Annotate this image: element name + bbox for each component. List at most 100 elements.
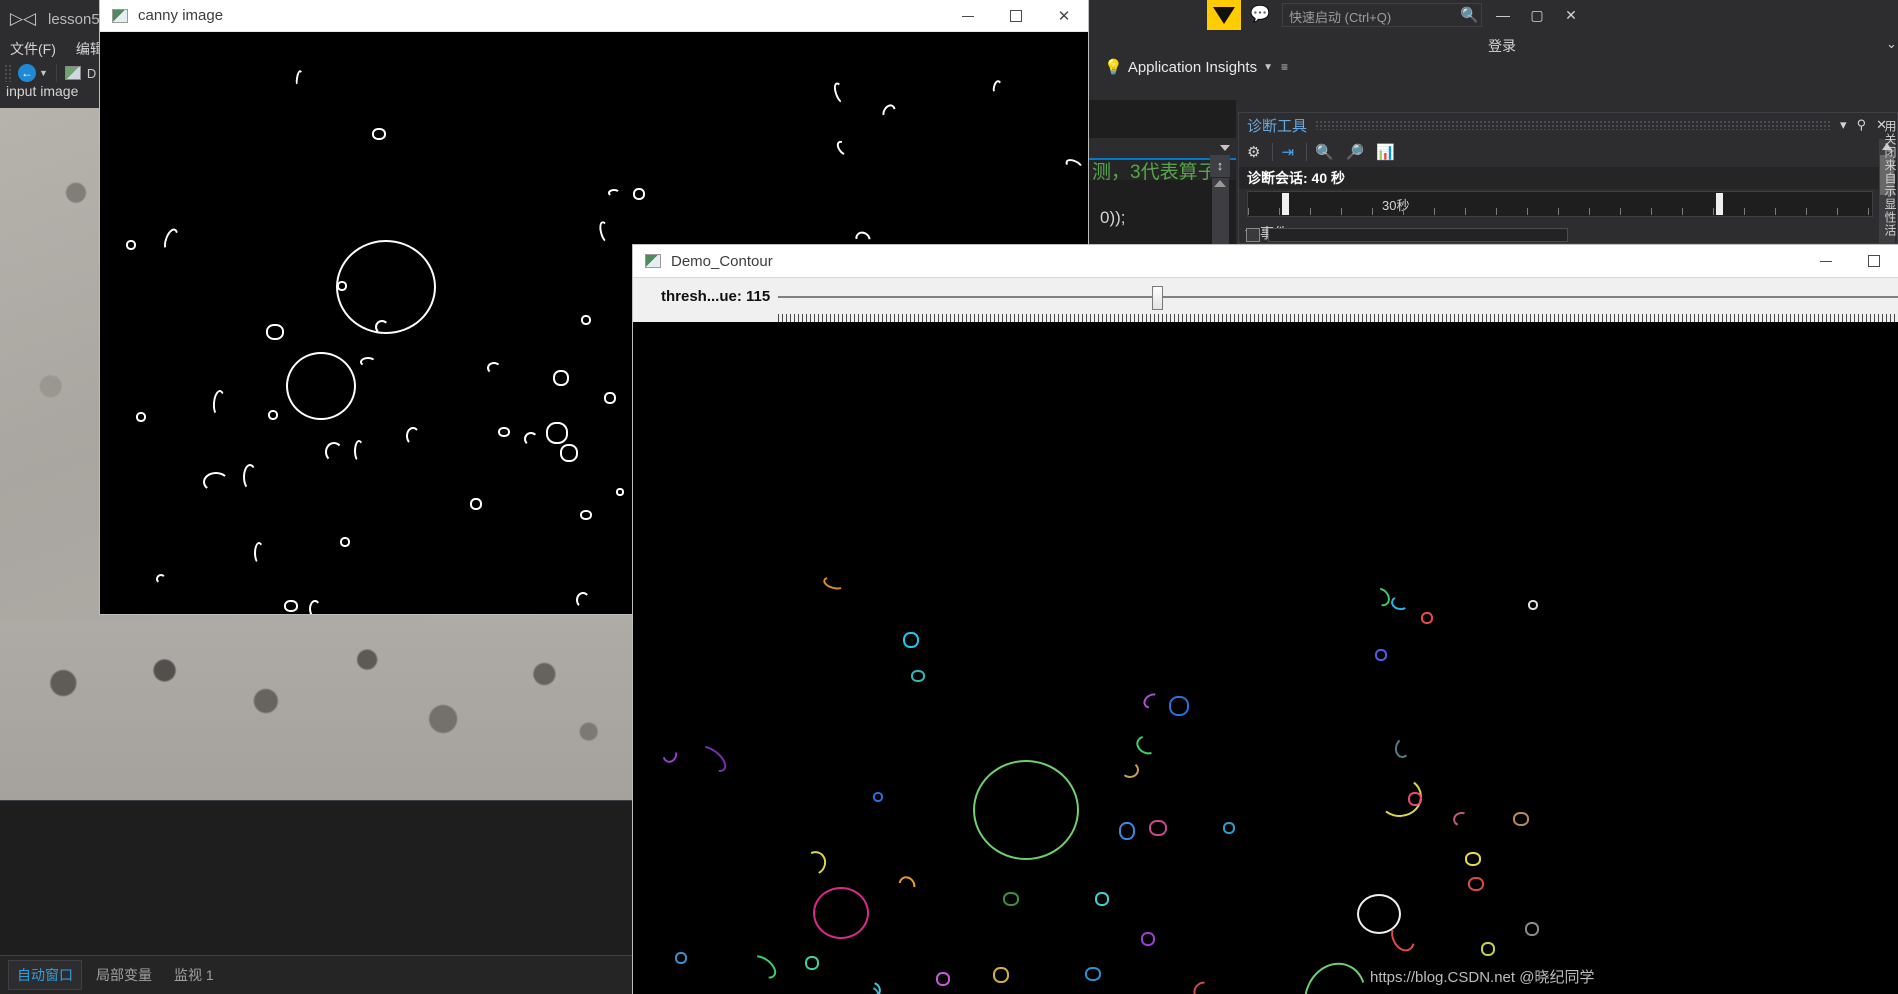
- events-grid-toggle[interactable]: [1246, 228, 1260, 242]
- contour-shape: [1095, 892, 1109, 906]
- contour-trackbar-area: thresh...ue: 115: [633, 277, 1898, 322]
- contour-shape: [354, 440, 364, 462]
- vertical-tab-label[interactable]: 用关闭来自示显性活: [1882, 120, 1898, 237]
- vs-close-button[interactable]: ✕: [1554, 0, 1588, 30]
- panel-dropdown-icon[interactable]: ▾: [1840, 117, 1847, 133]
- contour-shape: [470, 498, 482, 510]
- chart-icon[interactable]: 📊: [1376, 143, 1395, 161]
- contour-shape: [693, 741, 731, 777]
- contour-shape: [1149, 820, 1167, 836]
- trackbar-thumb[interactable]: [1152, 286, 1163, 310]
- contour-shape: [487, 362, 501, 374]
- contour-shape: [268, 410, 278, 420]
- overflow-icon[interactable]: ≡: [1281, 60, 1288, 74]
- contour-shape: [1085, 967, 1101, 981]
- search-icon[interactable]: 🔍: [1460, 6, 1479, 24]
- contour-shape: [156, 574, 166, 584]
- contour-shape: [1133, 732, 1161, 758]
- debug-tool-tabs: 自动窗口 局部变量 监视 1: [0, 955, 633, 994]
- toolbar-separator: [1272, 143, 1274, 161]
- demo-contour-window: Demo_Contour thresh...ue: 115 ↑ 0.1 KB/s…: [633, 245, 1898, 994]
- contour-shape: [659, 744, 681, 766]
- send-feedback-icon[interactable]: 💬: [1250, 4, 1274, 26]
- contour-shape: [1293, 952, 1377, 994]
- contour-shape: [126, 240, 136, 250]
- contour-shape: [560, 444, 578, 462]
- lightbulb-icon: 💡: [1104, 59, 1123, 76]
- trackbar-track[interactable]: [778, 296, 1898, 298]
- toolbar-overflow-icon[interactable]: ⌄: [1886, 36, 1898, 60]
- contour-shape: [873, 792, 883, 802]
- notification-flag-button[interactable]: [1207, 0, 1241, 30]
- contour-shape: [1421, 612, 1433, 624]
- contour-shape: [309, 600, 321, 614]
- contour-shape: [1528, 600, 1538, 610]
- contour-shape: [1525, 922, 1539, 936]
- canny-minimize-button[interactable]: [944, 0, 992, 32]
- contour-maximize-button[interactable]: [1850, 245, 1898, 277]
- canny-window-titlebar[interactable]: canny image ✕: [100, 0, 1088, 32]
- canny-close-button[interactable]: ✕: [1040, 0, 1088, 32]
- trackbar-ticks: [778, 314, 1898, 322]
- contour-shape: [800, 847, 830, 879]
- gear-icon[interactable]: ⚙: [1247, 143, 1260, 161]
- scroll-up-icon[interactable]: [1214, 180, 1226, 187]
- tab-watch-1[interactable]: 监视 1: [166, 961, 222, 989]
- contour-shape: [254, 542, 264, 564]
- contour-shape: [911, 670, 925, 682]
- contour-window-title: Demo_Contour: [671, 252, 773, 270]
- editor-splitter-handle[interactable]: ↕: [1210, 155, 1230, 177]
- chevron-down-icon: [1220, 145, 1230, 151]
- input-image-canvas-lower: [0, 620, 633, 800]
- visual-studio-logo-icon: ▷◁: [9, 9, 37, 28]
- input-image-label: input image: [6, 83, 79, 99]
- contour-shape: [973, 760, 1079, 860]
- toolbar-separator: [1306, 143, 1308, 161]
- panel-pin-icon[interactable]: ⚲: [1857, 117, 1867, 133]
- contour-shape: [834, 138, 852, 158]
- contour-shape: [936, 972, 950, 986]
- contour-shape: [406, 427, 420, 445]
- contour-shape: [1141, 932, 1155, 946]
- menu-file[interactable]: 文件(F): [0, 39, 66, 59]
- contour-shape: [821, 574, 847, 592]
- contour-shape: [1003, 892, 1019, 906]
- contour-shape: [372, 128, 386, 140]
- diagnostic-tools-toolbar: ⚙ ⇥ 🔍 🔎 📊: [1239, 139, 1897, 165]
- zoom-out-icon[interactable]: 🔎: [1346, 143, 1365, 161]
- contour-shape: [1189, 977, 1217, 994]
- opencv-icon: [112, 8, 128, 23]
- contour-shape: [1375, 649, 1387, 661]
- export-icon[interactable]: ⇥: [1281, 143, 1294, 161]
- contour-shape: [1119, 822, 1135, 840]
- contour-minimize-button[interactable]: [1802, 245, 1850, 277]
- canny-window-title: canny image: [138, 7, 224, 24]
- contour-shape: [633, 188, 645, 200]
- navigate-back-dropdown-icon[interactable]: ▼: [39, 68, 48, 78]
- vs-maximize-button[interactable]: ▢: [1520, 0, 1554, 30]
- tab-autos[interactable]: 自动窗口: [8, 960, 82, 990]
- vs-output-pane: [0, 800, 633, 955]
- contour-shape: [608, 189, 620, 197]
- contour-shape: [553, 370, 569, 386]
- contour-window-controls: [1802, 245, 1898, 277]
- contour-shape: [284, 600, 298, 612]
- contour-window-titlebar[interactable]: Demo_Contour: [633, 245, 1898, 277]
- canny-maximize-button[interactable]: [992, 0, 1040, 32]
- tab-locals[interactable]: 局部变量: [88, 961, 160, 989]
- diagnostic-timeline[interactable]: 30秒: [1247, 191, 1873, 217]
- contour-shape: [337, 281, 347, 291]
- contour-shape: [576, 592, 590, 608]
- chevron-down-icon[interactable]: ▼: [1263, 62, 1273, 73]
- quick-launch-input[interactable]: 快速启动 (Ctrl+Q): [1282, 3, 1482, 27]
- contour-shape: [1368, 584, 1394, 610]
- trackbar-label: thresh...ue: 115: [661, 288, 771, 305]
- contour-image-canvas: ↑ 0.1 KB/s ↓ 0.3 KB/s: [633, 322, 1898, 994]
- contour-shape: [813, 887, 869, 939]
- vs-output-pane-divider: [0, 800, 633, 801]
- flag-icon: [1213, 6, 1235, 24]
- vs-minimize-button[interactable]: —: [1486, 0, 1520, 30]
- zoom-in-icon[interactable]: 🔍: [1315, 143, 1334, 161]
- contour-shape: [993, 967, 1009, 983]
- sign-in-link[interactable]: 登录: [1488, 36, 1516, 56]
